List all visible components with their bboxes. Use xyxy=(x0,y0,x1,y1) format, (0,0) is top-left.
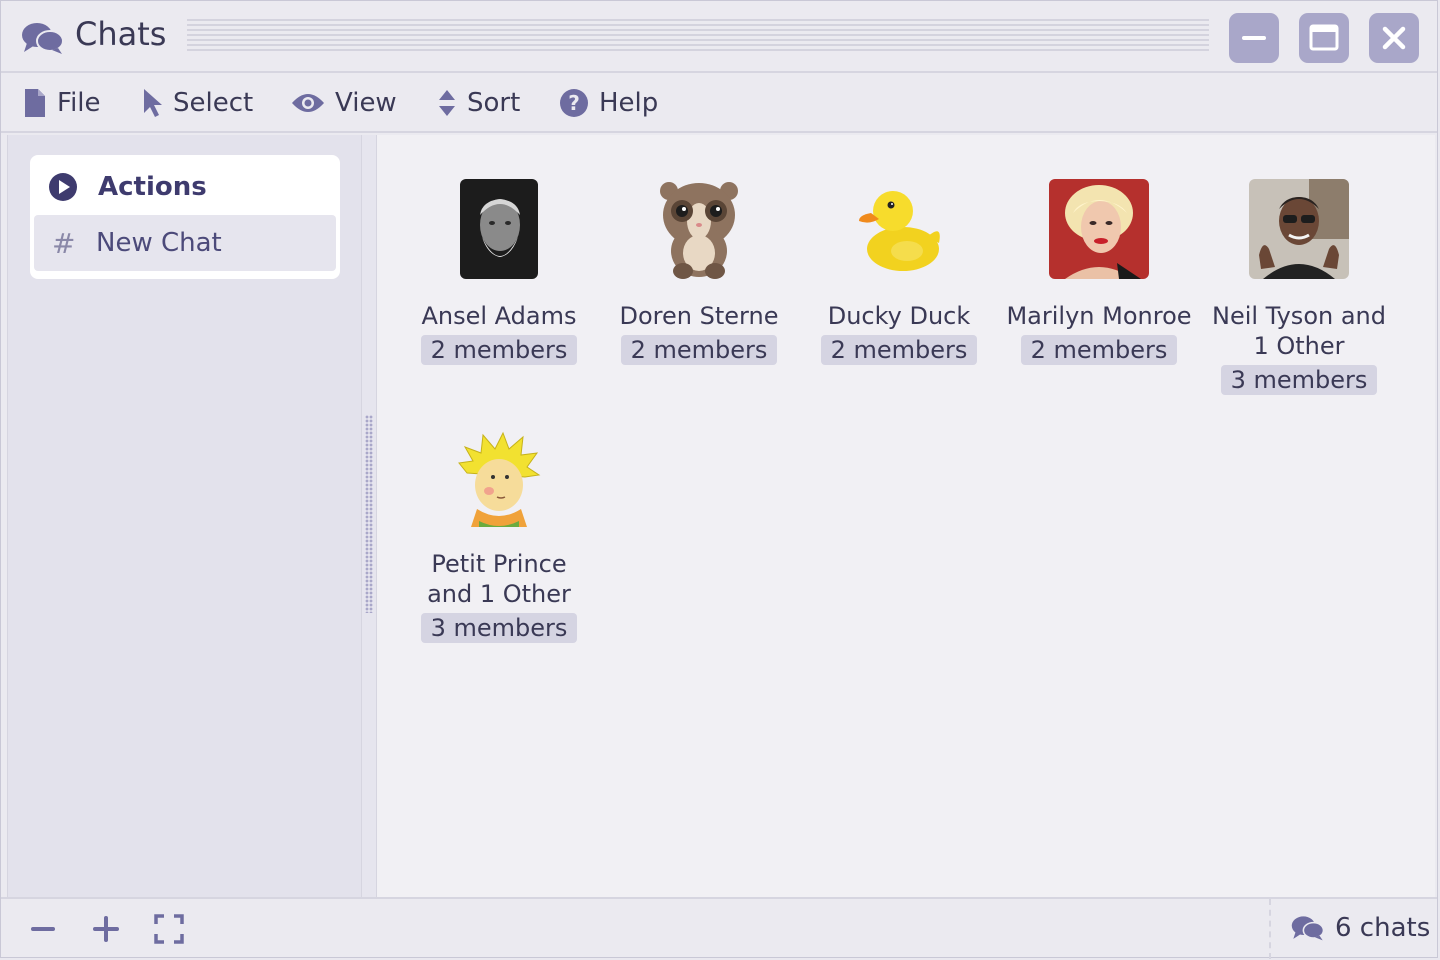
woman-portrait-photo xyxy=(1049,179,1149,279)
member-count-badge: 3 members xyxy=(1220,365,1378,395)
minimize-icon xyxy=(1242,36,1266,40)
menu-file[interactable]: File xyxy=(23,83,101,123)
chat-tile[interactable]: Marilyn Monroe 2 members xyxy=(999,135,1199,365)
menu-help-label: Help xyxy=(599,88,659,118)
plus-icon xyxy=(93,916,119,942)
minus-icon xyxy=(31,927,55,931)
rubber-duck xyxy=(859,191,940,271)
chat-name: Petit Prince and 1 Other xyxy=(427,550,571,608)
chat-name: Neil Tyson and 1 Other xyxy=(1212,302,1386,360)
maximize-icon xyxy=(1309,24,1339,51)
chat-count: 6 chats xyxy=(1291,913,1430,943)
new-chat-action[interactable]: # New Chat xyxy=(34,215,336,271)
svg-text:?: ? xyxy=(568,91,580,115)
chat-grid: Ansel Adams 2 members Doren Sterne 2 mem… xyxy=(377,135,1435,897)
new-chat-label: New Chat xyxy=(96,228,222,258)
sort-icon xyxy=(439,90,455,116)
actions-title: Actions xyxy=(98,172,207,202)
title-drag-handle[interactable] xyxy=(187,19,1209,53)
member-count-badge: 2 members xyxy=(820,335,978,365)
cursor-icon xyxy=(144,89,162,117)
chat-name: Ducky Duck xyxy=(827,302,971,330)
expand-icon xyxy=(154,914,184,944)
chat-bubbles-icon xyxy=(1291,916,1325,941)
chat-tile[interactable]: Petit Prince and 1 Other 3 members xyxy=(399,383,599,643)
chat-name: Marilyn Monroe xyxy=(1006,302,1192,330)
chat-bubbles-icon xyxy=(22,23,64,54)
eye-icon xyxy=(292,94,324,112)
close-icon xyxy=(1382,26,1406,50)
sidebar: Actions # New Chat xyxy=(7,135,362,897)
splitter-grip xyxy=(365,415,373,613)
chat-tile[interactable]: Neil Tyson and 1 Other 3 members xyxy=(1199,135,1399,395)
actions-header[interactable]: Actions xyxy=(34,159,336,215)
help-icon: ? xyxy=(560,89,588,117)
menu-sort-label: Sort xyxy=(467,88,521,118)
zoom-in-button[interactable] xyxy=(91,913,123,945)
chat-name: Doren Sterne xyxy=(619,302,779,330)
little-prince-drawing xyxy=(458,431,541,527)
avatar xyxy=(460,179,538,279)
member-count-badge: 3 members xyxy=(420,613,578,643)
avatar xyxy=(449,427,549,527)
man-thumbs-up-photo xyxy=(1249,179,1349,279)
menu-view[interactable]: View xyxy=(291,83,397,123)
chats-window: Chats File Select View Sort ? Help Actio… xyxy=(0,0,1438,959)
hash-icon: # xyxy=(52,226,76,260)
member-count-badge: 2 members xyxy=(420,335,578,365)
menu-bar: File Select View Sort ? Help xyxy=(1,73,1437,133)
avatar xyxy=(1049,179,1149,279)
actions-panel: Actions # New Chat xyxy=(30,155,340,279)
sidebar-splitter[interactable] xyxy=(361,135,377,897)
chat-tile[interactable]: Ansel Adams 2 members xyxy=(399,135,599,365)
window-title: Chats xyxy=(75,15,167,53)
chat-name: Ansel Adams xyxy=(421,302,577,330)
status-divider xyxy=(1269,899,1271,959)
maximize-button[interactable] xyxy=(1299,13,1349,63)
chat-count-label: 6 chats xyxy=(1335,913,1431,943)
menu-sort[interactable]: Sort xyxy=(437,83,520,123)
member-count-badge: 2 members xyxy=(620,335,778,365)
menu-view-label: View xyxy=(335,88,397,118)
minimize-button[interactable] xyxy=(1229,13,1279,63)
chat-tile[interactable]: Doren Sterne 2 members xyxy=(599,135,799,365)
menu-select[interactable]: Select xyxy=(141,83,253,123)
zoom-out-button[interactable] xyxy=(29,913,61,945)
avatar xyxy=(1249,179,1349,279)
menu-help[interactable]: ? Help xyxy=(559,83,658,123)
avatar xyxy=(849,179,949,279)
file-icon xyxy=(25,89,45,117)
title-bar[interactable]: Chats xyxy=(1,1,1437,73)
bearded-man-photo xyxy=(460,179,538,279)
close-button[interactable] xyxy=(1369,13,1419,63)
chat-tile[interactable]: Ducky Duck 2 members xyxy=(799,135,999,365)
menu-file-label: File xyxy=(57,88,101,118)
member-count-badge: 2 members xyxy=(1020,335,1178,365)
loris-cartoon xyxy=(660,182,738,279)
menu-select-label: Select xyxy=(173,88,254,118)
avatar xyxy=(649,179,749,279)
status-bar: 6 chats xyxy=(1,897,1437,959)
play-circle-icon xyxy=(49,173,77,201)
fullscreen-button[interactable] xyxy=(153,913,185,945)
